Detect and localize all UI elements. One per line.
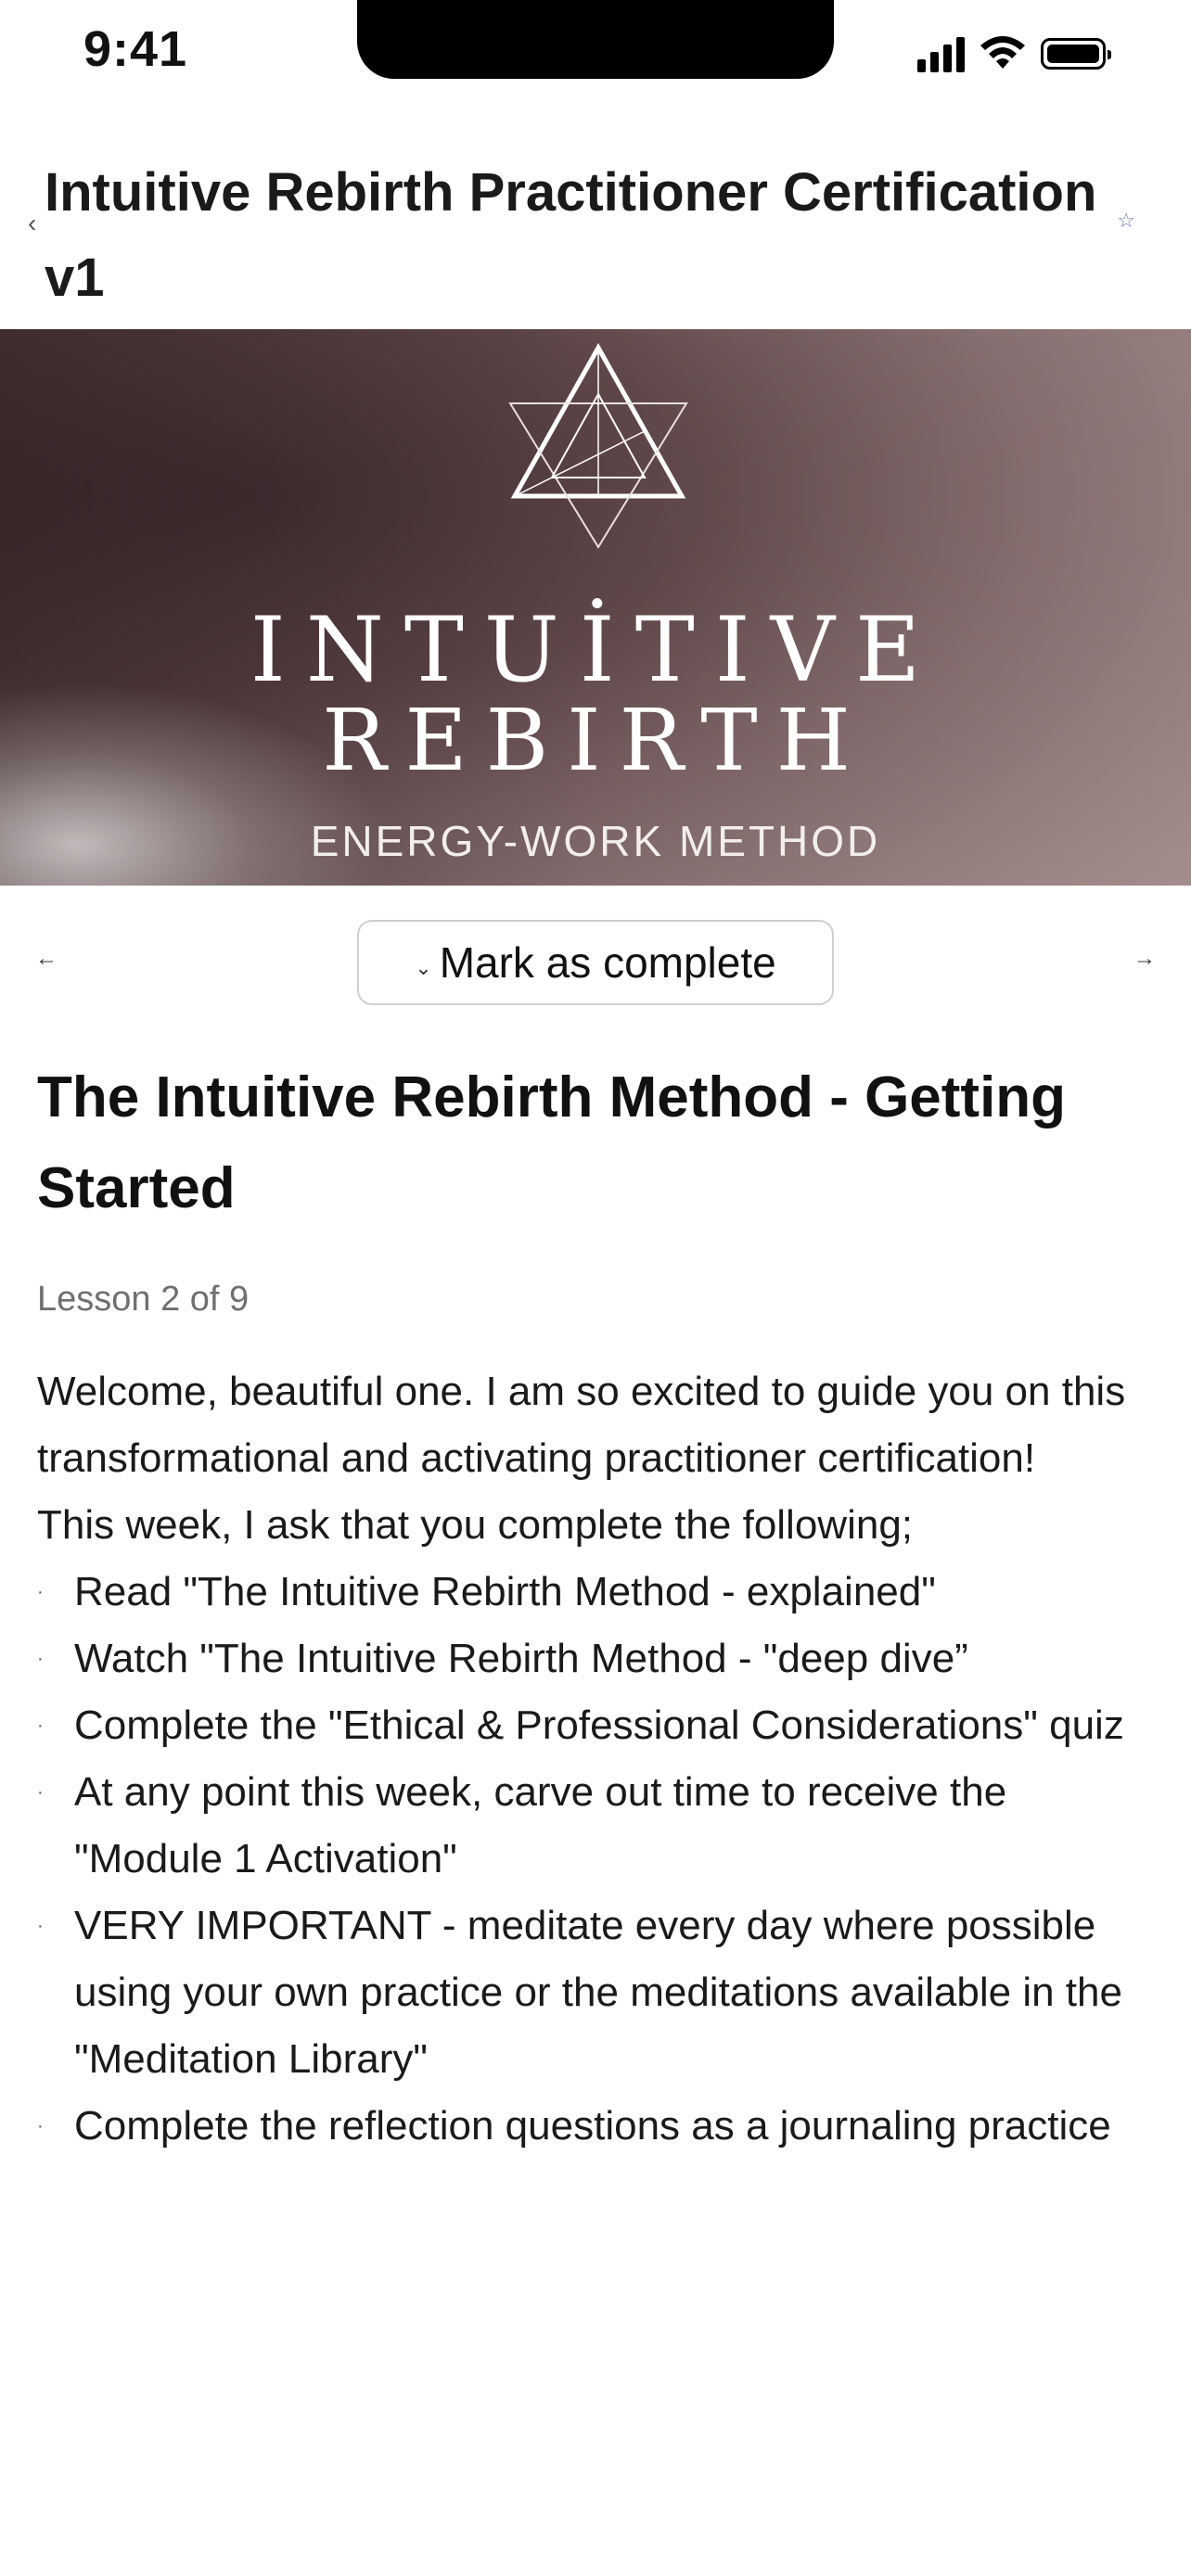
hero-title-line1: INTUİTIVE	[250, 598, 941, 702]
status-time: 9:41	[83, 21, 188, 77]
lesson-nav: ← ⌄ Mark as complete →	[0, 918, 1191, 1006]
list-item-text: Complete the reflection questions as a j…	[74, 2103, 1111, 2149]
course-header: ‹ Intuitive Rebirth Practitioner Certifi…	[0, 130, 1191, 315]
list-item: · Watch "The Intuitive Rebirth Method - "…	[37, 1626, 1159, 1692]
triangle-logo-icon	[508, 342, 688, 549]
star-icon[interactable]: ☆	[1117, 209, 1135, 233]
battery-icon	[1041, 38, 1111, 70]
mark-complete-button[interactable]: ⌄ Mark as complete	[357, 920, 834, 1005]
bullet-icon: ·	[37, 1782, 44, 1803]
arrow-left-icon[interactable]: ←	[35, 946, 58, 972]
list-item-text: Complete the "Ethical & Professional Con…	[74, 1702, 1124, 1748]
bullet-icon: ·	[37, 1582, 44, 1602]
status-icons	[917, 35, 1111, 72]
wifi-icon	[980, 36, 1025, 69]
bullet-icon: ·	[37, 2116, 44, 2136]
list-item: · Read "The Intuitive Rebirth Method - ex…	[37, 1559, 1159, 1626]
list-item-text: At any point this week, carve out time t…	[74, 1769, 1007, 1881]
lesson-lead: This week, I ask that you complete the f…	[37, 1502, 914, 1548]
list-item: · At any point this week, carve out time …	[37, 1759, 1159, 1893]
list-item: · Complete the reflection questions as a …	[37, 2093, 1159, 2160]
status-bar: 9:41	[0, 0, 1191, 102]
bullet-icon: ·	[37, 1649, 44, 1669]
lesson-count: Lesson 2 of 9	[37, 1280, 250, 1319]
lesson-title: The Intuitive Rebirth Method - Getting S…	[37, 1065, 1067, 1220]
list-item: · VERY IMPORTANT - meditate every day whe…	[37, 1893, 1159, 2093]
lesson-body: Welcome, beautiful one. I am so excited …	[37, 1358, 1159, 2160]
lesson-hero-image: INTUİTIVE REBIRTH ENERGY-WORK METHOD	[0, 329, 1191, 886]
check-icon: ⌄	[415, 956, 432, 979]
course-title: Intuitive Rebirth Practitioner Certifica…	[45, 162, 1097, 308]
hero-title-line2: REBIRTH	[322, 691, 869, 790]
signal-icon	[917, 35, 965, 72]
chevron-left-icon[interactable]: ‹	[28, 209, 36, 238]
list-item-text: VERY IMPORTANT - meditate every day wher…	[74, 1903, 1122, 2082]
list-item-text: Read "The Intuitive Rebirth Method - exp…	[74, 1569, 936, 1614]
task-list: · Read "The Intuitive Rebirth Method - ex…	[37, 1559, 1159, 2160]
device-notch	[357, 0, 834, 79]
list-item-text: Watch "The Intuitive Rebirth Method - "d…	[74, 1636, 968, 1681]
bullet-icon: ·	[37, 1715, 44, 1736]
mark-complete-label: Mark as complete	[439, 938, 776, 987]
lesson-intro: Welcome, beautiful one. I am so excited …	[37, 1369, 1126, 1481]
bullet-icon: ·	[37, 1916, 44, 1936]
hero-subtitle: ENERGY-WORK METHOD	[310, 817, 881, 865]
arrow-right-icon[interactable]: →	[1133, 946, 1156, 972]
list-item: · Complete the "Ethical & Professional Co…	[37, 1692, 1159, 1759]
